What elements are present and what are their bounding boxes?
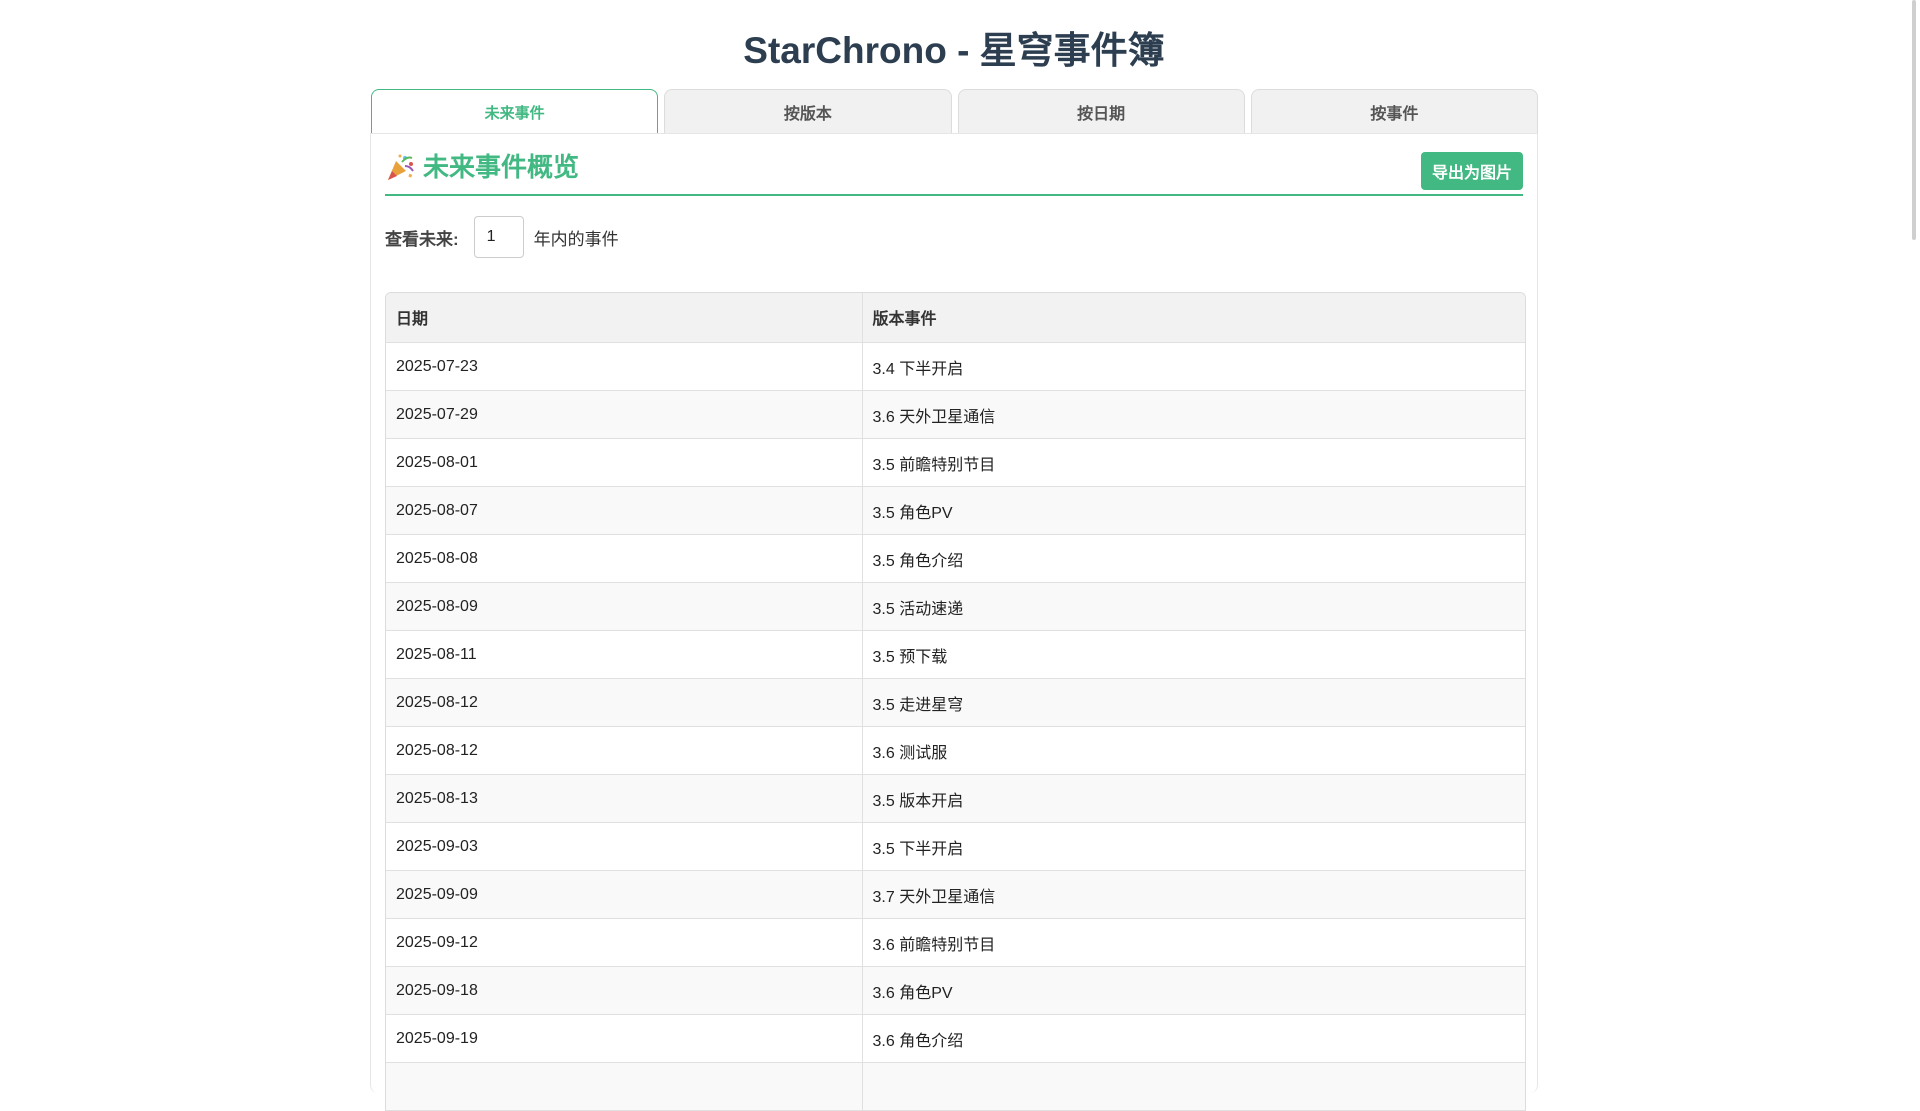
page-scrollbar[interactable] [1912,0,1916,240]
column-header-event: 版本事件 [861,293,1525,343]
date-cell: 2025-07-23 [386,342,862,391]
panel-header: 未来事件概览 导出为图片 [385,134,1523,196]
date-cell: 2025-09-12 [386,918,862,967]
event-cell: 3.5 角色PV [861,486,1525,535]
tab-by-event[interactable]: 按事件 [1250,89,1538,133]
table-row: 2025-08-12 3.6 测试服 [386,726,1525,775]
table-row: 2025-08-12 3.5 走进星穹 [386,678,1525,727]
date-cell: 2025-08-13 [386,774,862,823]
date-cell [386,1062,862,1111]
tab-future-events[interactable]: 未来事件 [371,89,659,134]
panel-title-text: 未来事件概览 [423,152,580,182]
events-table: 日期 版本事件 2025-07-23 3.4 下半开启 2025-07-29 3.6 … [386,293,1525,1111]
date-cell: 2025-08-07 [386,486,862,535]
event-cell: 3.6 测试服 [861,726,1525,775]
event-cell: 3.6 角色PV [861,966,1525,1015]
event-cell: 3.5 下半开启 [861,822,1525,871]
event-cell: 3.4 下半开启 [861,342,1525,391]
date-cell: 2025-08-01 [386,438,862,487]
filter-suffix: 年内的事件 [533,229,619,249]
table-row [386,1062,1525,1111]
table-row: 2025-08-07 3.5 角色PV [386,486,1525,535]
table-row: 2025-08-09 3.5 活动速递 [386,582,1525,631]
table-row: 2025-08-11 3.5 预下载 [386,630,1525,679]
event-cell: 3.5 前瞻特别节目 [861,438,1525,487]
table-body: 2025-07-23 3.4 下半开启 2025-07-29 3.6 天外卫星通信 20… [386,342,1525,1111]
event-cell: 3.7 天外卫星通信 [861,870,1525,919]
table-row: 2025-09-19 3.6 角色介绍 [386,1014,1525,1063]
event-cell: 3.5 走进星穹 [861,678,1525,727]
date-cell: 2025-08-11 [386,630,862,679]
filter-label: 查看未来: [385,229,459,249]
party-popper-icon [385,152,415,182]
event-cell: 3.5 角色介绍 [861,534,1525,583]
years-input[interactable] [473,216,524,258]
years-filter: 查看未来: 年内的事件 [385,216,619,258]
event-cell: 3.6 角色介绍 [861,1014,1525,1063]
table-header-row: 日期 版本事件 [386,293,1525,343]
event-cell: 3.5 活动速递 [861,582,1525,631]
panel-title: 未来事件概览 [385,151,579,183]
date-cell: 2025-08-08 [386,534,862,583]
table-row: 2025-09-12 3.6 前瞻特别节目 [386,918,1525,967]
date-cell: 2025-08-09 [386,582,862,631]
table-row: 2025-09-03 3.5 下半开启 [386,822,1525,871]
date-cell: 2025-09-18 [386,966,862,1015]
export-image-button[interactable]: 导出为图片 [1421,152,1523,190]
date-cell: 2025-08-12 [386,726,862,775]
tab-by-date[interactable]: 按日期 [957,89,1245,133]
table-row: 2025-08-08 3.5 角色介绍 [386,534,1525,583]
tab-by-version[interactable]: 按版本 [664,89,952,133]
column-header-date: 日期 [386,293,862,343]
table-row: 2025-08-01 3.5 前瞻特别节目 [386,438,1525,487]
table-row: 2025-07-29 3.6 天外卫星通信 [386,390,1525,439]
table-row: 2025-08-13 3.5 版本开启 [386,774,1525,823]
date-cell: 2025-09-19 [386,1014,862,1063]
event-cell: 3.6 前瞻特别节目 [861,918,1525,967]
page-title: StarChrono - 星穹事件簿 [743,30,1165,71]
event-cell: 3.6 天外卫星通信 [861,390,1525,439]
events-table-container: 日期 版本事件 2025-07-23 3.4 下半开启 2025-07-29 3.6 … [385,292,1526,1111]
event-cell: 3.5 预下载 [861,630,1525,679]
event-cell: 3.5 版本开启 [861,774,1525,823]
event-cell [861,1062,1525,1111]
table-row: 2025-07-23 3.4 下半开启 [386,342,1525,391]
table-row: 2025-09-09 3.7 天外卫星通信 [386,870,1525,919]
date-cell: 2025-07-29 [386,390,862,439]
date-cell: 2025-09-03 [386,822,862,871]
date-cell: 2025-08-12 [386,678,862,727]
date-cell: 2025-09-09 [386,870,862,919]
table-row: 2025-09-18 3.6 角色PV [386,966,1525,1015]
future-events-panel: 未来事件概览 导出为图片 查看未来: 年内的事件 日期 版本事件 2025-07… [370,133,1538,1111]
tab-bar: 未来事件 按版本 按日期 按事件 [371,89,1538,134]
